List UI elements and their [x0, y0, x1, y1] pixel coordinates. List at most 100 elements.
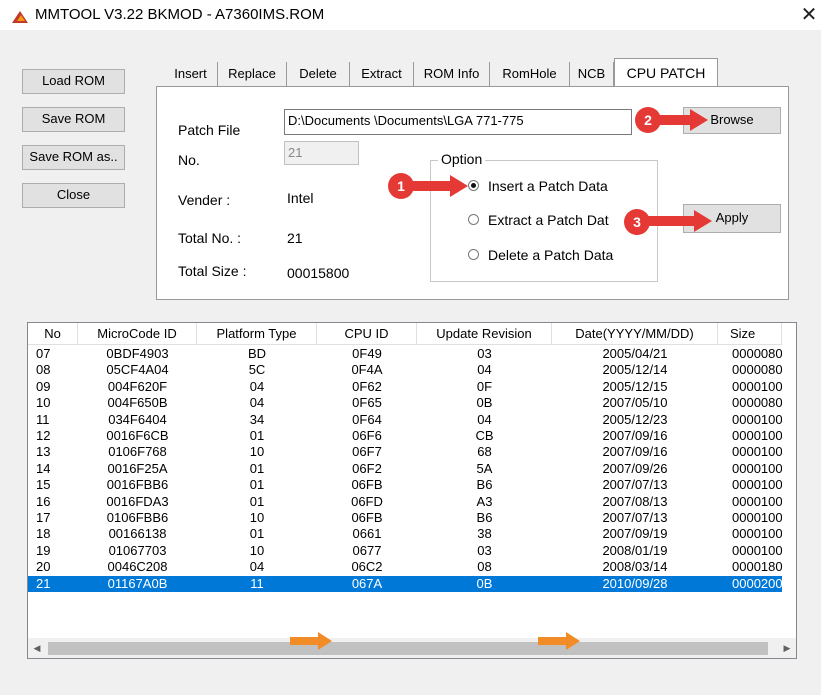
tab-insert[interactable]: Insert: [164, 62, 218, 86]
table-row[interactable]: 19 01067703 10 0677 03 2008/01/19 0000100: [28, 543, 782, 559]
cell-cpu-id: 0F49: [352, 346, 382, 361]
tab-ncb[interactable]: NCB: [570, 62, 614, 86]
cell-update-revision: B6: [476, 510, 493, 525]
tab-rom-info[interactable]: ROM Info: [414, 62, 490, 86]
col-header-cpu-id[interactable]: CPU ID: [317, 323, 417, 345]
extract-patch-label[interactable]: Extract a Patch Dat: [488, 212, 609, 228]
orange-arrow-2-shaft: [538, 637, 568, 645]
extract-patch-radio[interactable]: [468, 214, 479, 225]
cell-date: 2007/05/10: [602, 395, 668, 411]
cell-date: 2007/09/26: [602, 460, 668, 476]
delete-patch-label[interactable]: Delete a Patch Data: [488, 247, 613, 263]
cell-size: 0000100: [732, 460, 782, 476]
cell-date: 2007/09/19: [602, 526, 668, 542]
table-row[interactable]: 09 004F620F 04 0F62 0F 2005/12/15 0000100: [28, 379, 782, 395]
insert-patch-radio[interactable]: [468, 180, 479, 191]
cell-size: 0000100: [732, 510, 782, 525]
horizontal-scroll-thumb[interactable]: [48, 642, 768, 655]
cell-platform-type: BD: [247, 346, 267, 361]
cell-update-revision: 03: [477, 346, 492, 361]
orange-arrow-1-icon: [318, 632, 332, 650]
cell-date: 2007/08/13: [602, 493, 668, 509]
table-row[interactable]: 14 0016F25A 01 06F2 5A 2007/09/26 0000100: [28, 461, 782, 477]
tab-romhole[interactable]: RomHole: [490, 62, 570, 86]
vender-value: Intel: [287, 190, 314, 206]
insert-patch-label[interactable]: Insert a Patch Data: [488, 178, 608, 194]
cell-no: 12: [36, 428, 51, 443]
step-2-arrow-icon: [690, 109, 708, 131]
table-row[interactable]: 12 0016F6CB 01 06F6 CB 2007/09/16 0000100: [28, 428, 782, 444]
cell-no: 16: [36, 493, 51, 509]
cell-cpu-id: 06FB: [351, 510, 383, 525]
col-header-size[interactable]: Size: [718, 323, 782, 345]
cell-platform-type: 01: [249, 493, 265, 509]
cell-update-revision: 0F: [476, 378, 493, 394]
close-button[interactable]: Close: [22, 183, 125, 208]
cell-no: 14: [36, 460, 51, 476]
scroll-left-icon[interactable]: ◀: [30, 641, 44, 656]
step-3-arrow-shaft: [648, 216, 696, 226]
step-3-marker: 3: [624, 209, 650, 235]
cell-microcode-id: 00166138: [108, 526, 167, 542]
table-row[interactable]: 15 0016FBB6 01 06FB B6 2007/07/13 0000100: [28, 477, 782, 493]
cell-size: 0000180: [732, 559, 782, 575]
cell-size: 0000100: [732, 542, 782, 558]
table-row[interactable]: 08 05CF4A04 5C 0F4A 04 2005/12/14 0000080: [28, 362, 782, 378]
table-row[interactable]: 20 0046C208 04 06C2 08 2008/03/14 0000180: [28, 559, 782, 575]
tab-extract[interactable]: Extract: [350, 62, 414, 86]
cell-date: 2005/12/23: [602, 411, 668, 427]
cell-platform-type: 10: [249, 542, 265, 558]
table-row[interactable]: 17 0106FBB6 10 06FB B6 2007/07/13 0000100: [28, 510, 782, 526]
window-title: MMTOOL V3.22 BKMOD - A7360IMS.ROM: [35, 6, 325, 23]
step-3-arrow-icon: [694, 210, 712, 232]
table-row[interactable]: 18 00166138 01 0661 38 2007/09/19 0000100: [28, 526, 782, 542]
tab-cpu-patch[interactable]: CPU PATCH: [614, 58, 718, 88]
cell-cpu-id: 06C2: [351, 559, 383, 575]
table-row[interactable]: 07 0BDF4903 BD 0F49 03 2005/04/21 0000080: [28, 346, 782, 362]
col-header-update-revision[interactable]: Update Revision: [417, 323, 552, 345]
tab-replace[interactable]: Replace: [218, 62, 287, 86]
patch-file-field[interactable]: D:\Documents \Documents\LGA 771-775: [284, 109, 632, 135]
col-header-microcode-id[interactable]: MicroCode ID: [78, 323, 197, 345]
table-row[interactable]: 16 0016FDA3 01 06FD A3 2007/08/13 0000100: [28, 494, 782, 510]
total-no-value: 21: [287, 230, 303, 246]
app-logo-icon-accent: [17, 15, 25, 21]
cell-microcode-id: 0016FBB6: [106, 477, 169, 493]
close-icon[interactable]: ✕: [798, 3, 820, 27]
table-row[interactable]: 11 034F6404 34 0F64 04 2005/12/23 0000100: [28, 412, 782, 428]
cell-no: 18: [36, 526, 51, 542]
microcode-table[interactable]: No MicroCode ID Platform Type CPU ID Upd…: [27, 322, 797, 659]
cell-platform-type: 10: [249, 444, 265, 460]
cell-update-revision: 08: [477, 559, 492, 575]
col-header-date[interactable]: Date(YYYY/MM/DD): [552, 323, 718, 345]
cell-microcode-id: 05CF4A04: [106, 362, 169, 378]
delete-patch-radio[interactable]: [468, 249, 479, 260]
col-header-platform-type[interactable]: Platform Type: [197, 323, 317, 345]
save-rom-as-button[interactable]: Save ROM as..: [22, 145, 125, 170]
cell-date: 2007/07/13: [602, 510, 668, 525]
table-row[interactable]: 13 0106F768 10 06F7 68 2007/09/16 0000100: [28, 444, 782, 460]
cell-microcode-id: 0BDF4903: [106, 346, 169, 361]
cell-platform-type: 34: [249, 411, 265, 427]
vender-label: Vender :: [178, 192, 231, 208]
cell-date: 2007/09/16: [602, 444, 668, 460]
cell-platform-type: 01: [249, 460, 265, 476]
cell-update-revision: 68: [477, 444, 492, 460]
tab-delete[interactable]: Delete: [287, 62, 350, 86]
cell-cpu-id: 0661: [352, 526, 382, 542]
save-rom-button[interactable]: Save ROM: [22, 107, 125, 132]
table-row[interactable]: 10 004F650B 04 0F65 0B 2007/05/10 0000080: [28, 395, 782, 411]
col-header-no[interactable]: No: [28, 323, 78, 345]
cell-no: 20: [36, 559, 51, 575]
load-rom-button[interactable]: Load ROM: [22, 69, 125, 94]
cell-platform-type: 01: [249, 477, 265, 493]
scroll-right-icon[interactable]: ▶: [780, 641, 794, 656]
cell-platform-type: 04: [249, 559, 265, 575]
cell-cpu-id: 0F62: [352, 378, 382, 394]
cell-no: 10: [36, 395, 51, 411]
step-1-arrow-shaft: [412, 181, 452, 191]
cell-size: 0000200: [732, 575, 782, 591]
table-row[interactable]: 21 01167A0B 11 067A 0B 2010/09/28 0000200: [28, 575, 782, 592]
cell-cpu-id: 0F65: [352, 395, 382, 411]
cell-platform-type: 04: [249, 395, 265, 411]
